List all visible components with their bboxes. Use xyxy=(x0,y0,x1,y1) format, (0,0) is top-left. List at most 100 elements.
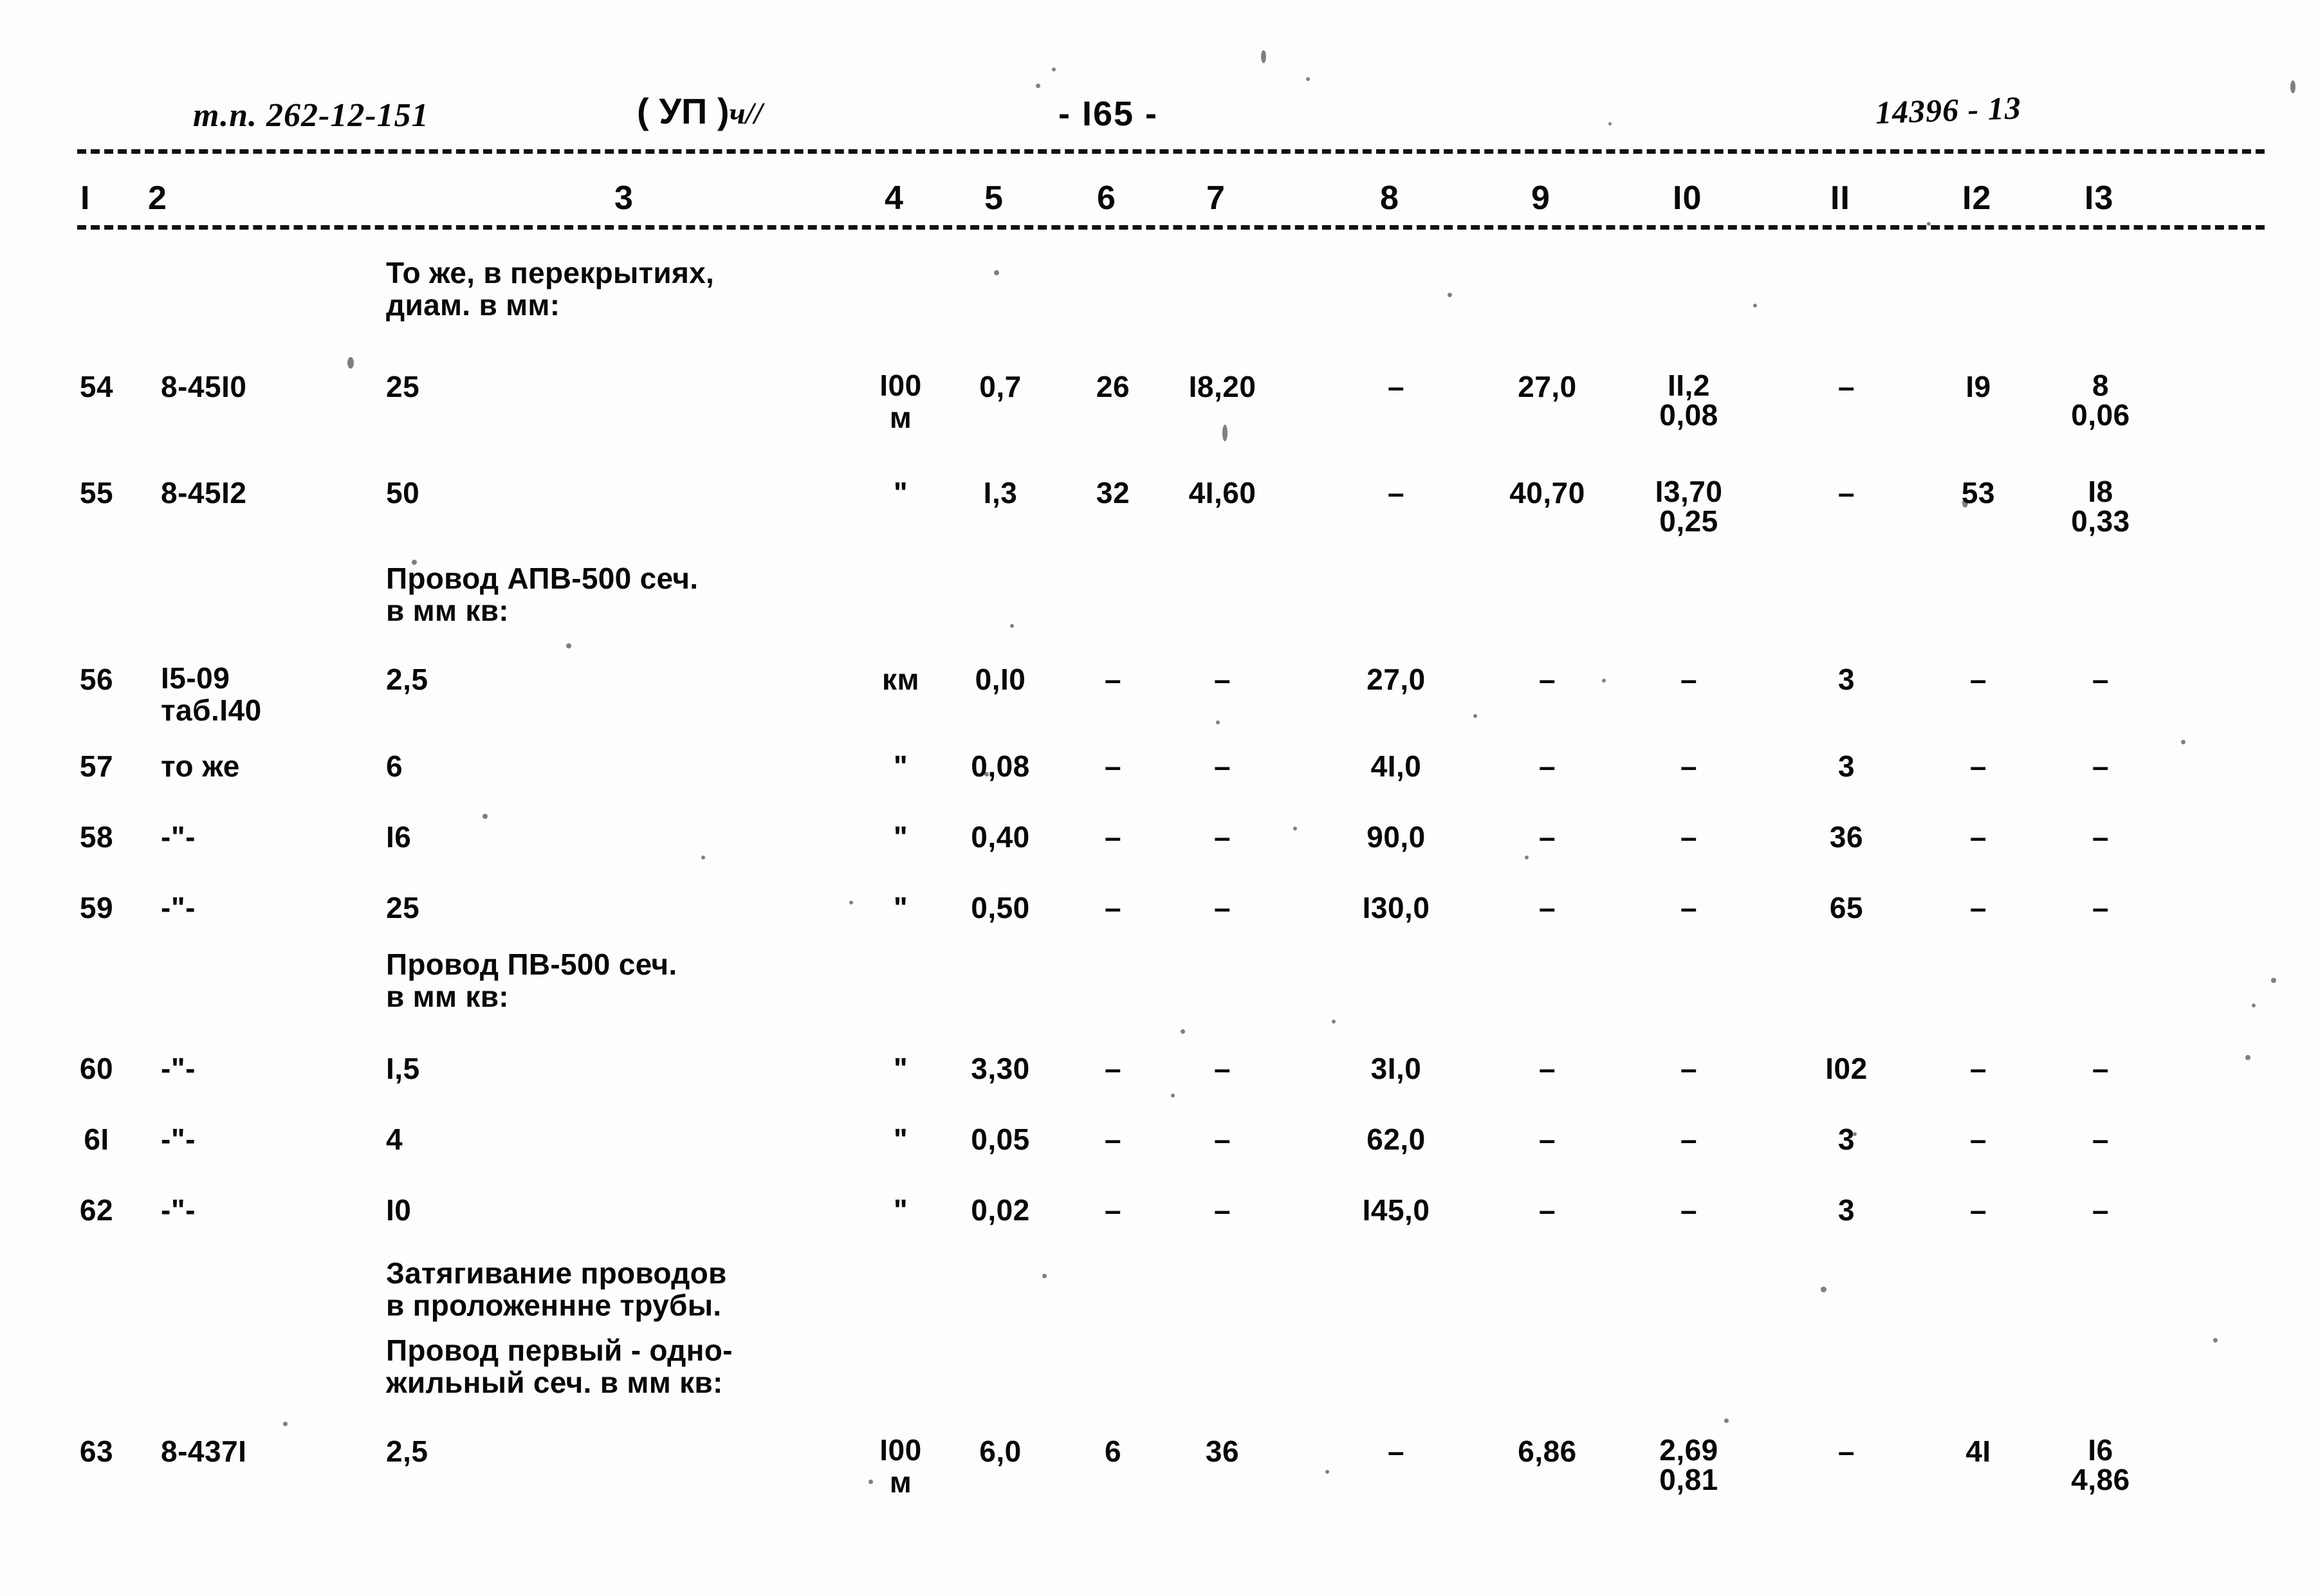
value-primary: 36 xyxy=(1829,820,1864,854)
cell-c1: 54 xyxy=(68,370,125,404)
value-primary: – xyxy=(1104,891,1122,924)
cell-c5: 0,50 xyxy=(952,891,1049,925)
value-primary: – xyxy=(1969,1123,1987,1156)
scan-speckle xyxy=(1332,1020,1336,1023)
value-primary: " xyxy=(893,891,908,924)
value-primary: 59 xyxy=(79,891,114,924)
scan-speckle xyxy=(1036,84,1040,88)
cell-c8: 62,0 xyxy=(1332,1123,1460,1157)
cell-c11: 3 xyxy=(1792,663,1901,697)
value-primary: 57 xyxy=(79,749,114,783)
cell-c1: 58 xyxy=(68,820,125,854)
scan-speckle xyxy=(869,1480,873,1484)
cell-c2: -"- xyxy=(161,1052,347,1086)
value-primary: – xyxy=(2092,749,2110,783)
cell-c4: " xyxy=(862,820,939,854)
value-primary: I6 xyxy=(386,820,412,854)
cell-c5: 0,02 xyxy=(952,1193,1049,1227)
cell-c1: 59 xyxy=(68,891,125,925)
value-primary: 4I,0 xyxy=(1370,749,1422,783)
cell-c6: 32 xyxy=(1074,476,1152,510)
cell-c11: 3 xyxy=(1792,1123,1901,1157)
cell-c8: – xyxy=(1332,1435,1460,1469)
value-primary: I3,70 xyxy=(1655,475,1723,508)
cell-c8: 90,0 xyxy=(1332,820,1460,854)
cell-c13: – xyxy=(2039,1052,2162,1086)
value-primary: км xyxy=(881,663,920,696)
scan-speckle xyxy=(347,357,354,369)
cell-c10: – xyxy=(1621,891,1756,925)
value-primary: – xyxy=(2092,891,2110,924)
cell-c13: – xyxy=(2039,749,2162,784)
value-primary: – xyxy=(1837,370,1855,403)
cell-c1: 63 xyxy=(68,1435,125,1469)
cell-c3: 2,5 xyxy=(386,663,875,697)
value-primary: Затягивание проводов xyxy=(386,1256,727,1290)
value-primary: Провод АПВ-500 сеч. xyxy=(386,562,699,595)
value-primary: – xyxy=(1680,1123,1698,1156)
cell-c7: – xyxy=(1148,1052,1296,1086)
scan-speckle xyxy=(2271,978,2276,983)
value-primary: 0,50 xyxy=(971,891,1030,924)
cell-c3: 2,5 xyxy=(386,1435,875,1469)
value-primary: – xyxy=(1969,663,1987,696)
value-primary: то же xyxy=(161,749,240,783)
scan-speckle xyxy=(412,560,417,565)
value-secondary: в мм кв: xyxy=(386,979,509,1013)
scan-speckle xyxy=(1962,499,1968,508)
value-primary: 0,08 xyxy=(971,749,1030,783)
cell-c1: 62 xyxy=(68,1193,125,1227)
value-primary: 3,30 xyxy=(971,1052,1030,1085)
value-primary: – xyxy=(2092,820,2110,854)
cell-c7: – xyxy=(1148,820,1296,854)
group-heading-text: То же, в перекрытиях, диам. в мм: xyxy=(386,257,875,321)
cell-c2: I5-09 таб.I40 xyxy=(161,662,347,726)
cell-c13: I8 0,33 xyxy=(2039,475,2162,537)
scan-speckle xyxy=(1042,1274,1047,1278)
scan-speckle xyxy=(1306,77,1310,81)
value-secondary: в мм кв: xyxy=(386,593,509,627)
value-primary: – xyxy=(1104,820,1122,854)
cell-c6: – xyxy=(1074,663,1152,697)
value-primary: 3 xyxy=(1837,663,1855,696)
scan-speckle xyxy=(1753,304,1757,307)
cell-c12: – xyxy=(1930,1193,2027,1227)
value-primary: I0 xyxy=(386,1193,412,1227)
cell-c5: 3,30 xyxy=(952,1052,1049,1086)
cell-c10: II,2 0,08 xyxy=(1621,369,1756,431)
cell-c4: " xyxy=(862,891,939,925)
cell-c13: – xyxy=(2039,891,2162,925)
cell-c12: 53 xyxy=(1930,476,2027,510)
cell-c8: 27,0 xyxy=(1332,663,1460,697)
value-primary: – xyxy=(1104,663,1122,696)
cell-c10: – xyxy=(1621,663,1756,697)
value-primary: – xyxy=(1538,1123,1556,1156)
scan-speckle xyxy=(1261,50,1266,63)
scan-speckle xyxy=(994,270,999,275)
value-primary: – xyxy=(1538,749,1556,783)
cell-c6: 6 xyxy=(1074,1435,1152,1469)
cell-c4: I00 м xyxy=(862,369,939,434)
value-primary: 2,5 xyxy=(386,1435,428,1468)
value-primary: Провод ПВ-500 сеч. xyxy=(386,948,677,981)
cell-c7: 36 xyxy=(1148,1435,1296,1469)
cell-c7: – xyxy=(1148,1123,1296,1157)
cell-c9: 27,0 xyxy=(1486,370,1608,404)
cell-c11: – xyxy=(1792,476,1901,510)
value-primary: – xyxy=(1213,663,1231,696)
value-secondary: 0,06 xyxy=(2071,398,2130,432)
cell-c3: 4 xyxy=(386,1123,875,1157)
value-primary: – xyxy=(1538,1052,1556,1085)
value-primary: – xyxy=(1213,1123,1231,1156)
value-primary: -"- xyxy=(161,1123,196,1156)
value-primary: 3I,0 xyxy=(1370,1052,1422,1085)
cell-c9: – xyxy=(1486,663,1608,697)
value-primary: I02 xyxy=(1825,1052,1868,1085)
cell-c8: 4I,0 xyxy=(1332,749,1460,784)
cell-c1: 6I xyxy=(68,1123,125,1157)
value-primary: I8 xyxy=(2088,475,2113,508)
cell-c12: 4I xyxy=(1930,1435,2027,1469)
value-primary: – xyxy=(1680,1193,1698,1227)
value-primary: 3 xyxy=(1837,749,1855,783)
cell-c9: – xyxy=(1486,820,1608,854)
